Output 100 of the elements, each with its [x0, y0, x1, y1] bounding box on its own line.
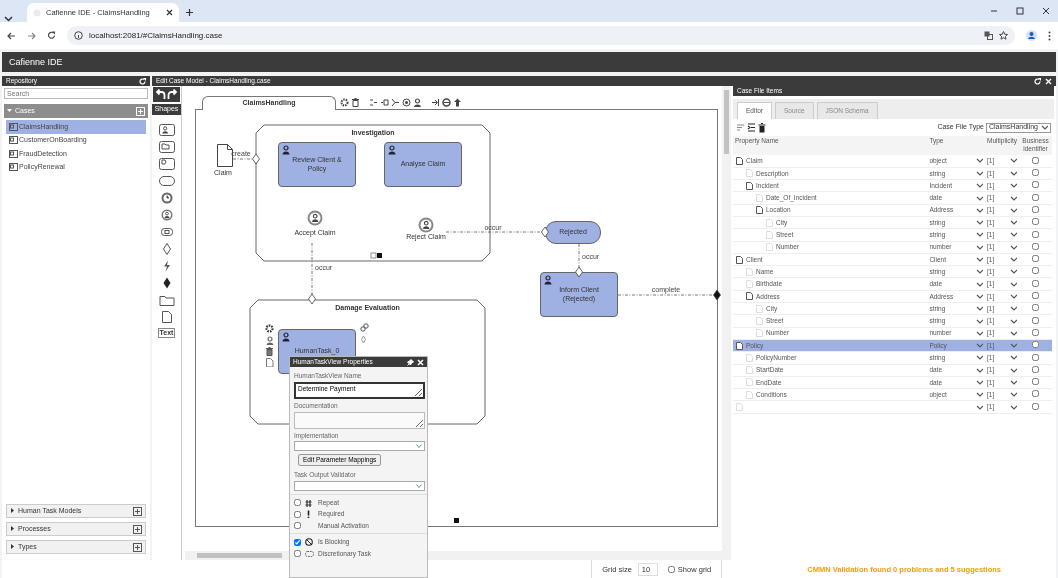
checkbox[interactable]: [1032, 341, 1039, 349]
collapse-icon[interactable]: [370, 252, 382, 259]
checkbox[interactable]: [1032, 156, 1039, 164]
checkbox[interactable]: [1032, 390, 1039, 398]
caret-down-icon[interactable]: [7, 108, 12, 114]
case-file-icon: [9, 136, 18, 145]
back-icon[interactable]: [7, 31, 16, 40]
minimize-icon[interactable]: [990, 7, 998, 15]
caret-right-icon[interactable]: [10, 544, 15, 550]
translate-icon[interactable]: [984, 31, 993, 40]
add-icon[interactable]: [133, 506, 142, 516]
process-task-tool[interactable]: [158, 158, 175, 170]
checkbox[interactable]: [1032, 169, 1039, 177]
dashed-connector[interactable]: [232, 158, 253, 160]
link-icon[interactable]: [360, 323, 369, 332]
export-icon[interactable]: [431, 98, 440, 107]
sentry-diamond[interactable]: [541, 226, 549, 238]
url-text[interactable]: localhost:2081/#ClaimsHandling.case: [89, 30, 223, 41]
align-icon[interactable]: [380, 98, 389, 107]
caret-right-icon[interactable]: [10, 508, 15, 514]
checkbox[interactable]: [1032, 304, 1039, 312]
checkbox[interactable]: [1032, 353, 1039, 361]
checkbox[interactable]: [294, 510, 301, 518]
document-icon[interactable]: [265, 358, 274, 367]
checkbox[interactable]: [1032, 279, 1039, 287]
sentry-diamond[interactable]: [575, 266, 583, 278]
person-icon: [282, 332, 290, 342]
indent-icon[interactable]: [747, 123, 756, 132]
checkbox[interactable]: [1032, 255, 1039, 263]
star-icon[interactable]: [999, 31, 1008, 40]
checkbox[interactable]: [1032, 328, 1039, 336]
select-field[interactable]: [294, 481, 425, 491]
checkbox[interactable]: [1032, 193, 1039, 201]
folder-tool[interactable]: [158, 294, 175, 306]
user-event-icon[interactable]: [418, 217, 434, 233]
checkbox[interactable]: [1032, 218, 1039, 226]
more-icon[interactable]: [1048, 30, 1051, 41]
select-field[interactable]: [294, 441, 425, 452]
sentry-diamond[interactable]: [308, 293, 316, 305]
trash-icon[interactable]: [351, 98, 360, 107]
plan-fragment-tool[interactable]: [158, 226, 175, 238]
redo-icon[interactable]: [167, 89, 178, 100]
dropdown-icon: [1041, 125, 1048, 130]
align-icon[interactable]: [369, 98, 378, 107]
repeat-icon: [305, 498, 314, 507]
add-icon[interactable]: [133, 524, 142, 534]
dropdown-icon: [416, 444, 422, 449]
deploy-icon[interactable]: [453, 98, 462, 107]
dropdown-icon: [416, 484, 422, 488]
dashed-connector[interactable]: [578, 243, 580, 269]
checkbox[interactable]: [1032, 365, 1039, 373]
site-info-icon[interactable]: [74, 31, 83, 40]
checkbox[interactable]: [1032, 292, 1039, 299]
person-icon: [282, 145, 290, 155]
trash-icon[interactable]: [758, 122, 766, 133]
reload-icon[interactable]: [47, 31, 56, 40]
vertical-scrollbar[interactable]: [722, 86, 731, 551]
person-icon[interactable]: [413, 98, 422, 107]
app-title: Cafienne IDE: [9, 56, 63, 68]
checkbox[interactable]: [1032, 402, 1039, 410]
user-event-icon[interactable]: [307, 210, 323, 226]
document-icon[interactable]: [217, 144, 233, 167]
settings-icon[interactable]: [265, 324, 274, 333]
new-tab-icon[interactable]: [185, 8, 194, 17]
case-file-icon: [9, 163, 18, 172]
checkbox[interactable]: [1032, 242, 1039, 250]
milestone-tool[interactable]: [158, 175, 175, 187]
settings-icon[interactable]: [340, 98, 349, 107]
checkbox[interactable]: [1032, 205, 1039, 213]
add-icon[interactable]: [133, 542, 142, 552]
checkbox[interactable]: [1032, 378, 1039, 386]
checkbox[interactable]: [1032, 181, 1039, 189]
checkbox[interactable]: [294, 522, 301, 530]
checkbox[interactable]: [294, 550, 301, 558]
discretionary-icon: [305, 549, 314, 558]
case-file-icon: [9, 149, 18, 158]
person-icon[interactable]: [266, 336, 275, 345]
checkbox[interactable]: [667, 565, 675, 573]
caret-right-icon[interactable]: [10, 526, 15, 532]
maximize-icon[interactable]: [1016, 7, 1024, 15]
target-icon[interactable]: [402, 98, 411, 107]
profile-icon[interactable]: [1026, 30, 1037, 41]
checkbox[interactable]: [294, 499, 301, 507]
forward-icon[interactable]: [27, 31, 36, 40]
pin-icon[interactable]: [407, 358, 414, 366]
case-file-icon: [9, 122, 18, 131]
case-task-tool[interactable]: [158, 141, 175, 153]
resize-handle[interactable]: [454, 518, 459, 523]
close-icon[interactable]: [166, 9, 173, 16]
checkbox[interactable]: [1032, 316, 1039, 324]
dropdown-icon[interactable]: [4, 16, 13, 22]
close-icon[interactable]: [1042, 7, 1050, 15]
checkbox[interactable]: [1032, 267, 1039, 275]
sentry-diamond[interactable]: [252, 153, 260, 165]
human-task-tool[interactable]: [158, 124, 175, 136]
checkbox[interactable]: [1032, 230, 1039, 238]
undo-icon[interactable]: [155, 89, 166, 100]
trash-icon[interactable]: [265, 347, 274, 356]
checkbox[interactable]: [294, 538, 301, 546]
align-icon[interactable]: [391, 98, 400, 107]
